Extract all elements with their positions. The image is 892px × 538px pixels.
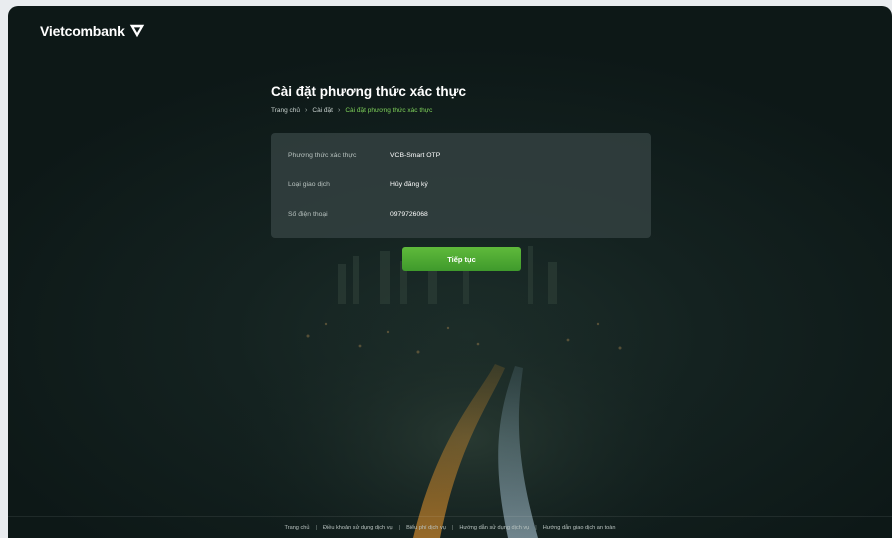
chevron-right-icon: › bbox=[305, 107, 308, 114]
detail-row-method: Phương thức xác thực VCB-Smart OTP bbox=[288, 152, 440, 159]
detail-label: Số điện thoại bbox=[288, 211, 328, 218]
detail-value: Hủy đăng ký bbox=[390, 181, 428, 188]
footer-divider: | bbox=[315, 524, 317, 531]
chevron-right-icon: › bbox=[337, 107, 341, 114]
detail-label: Phương thức xác thực bbox=[288, 152, 357, 159]
breadcrumb-settings[interactable]: Cài đặt bbox=[312, 107, 333, 114]
detail-label: Loại giao dịch bbox=[288, 181, 330, 188]
footer-link-safe-transactions[interactable]: Hướng dẫn giao dịch an toàn bbox=[543, 525, 616, 531]
details-card: Phương thức xác thực VCB-Smart OTP Loại … bbox=[271, 133, 651, 238]
footer-link-terms[interactable]: Điều khoản sử dụng dịch vụ bbox=[323, 525, 393, 531]
footer: Trang chủ | Điều khoản sử dụng dịch vụ |… bbox=[8, 516, 892, 538]
detail-row-phone: Số điện thoại 0979726068 bbox=[288, 211, 428, 218]
main-content: Cài đặt phương thức xác thực Trang chủ ›… bbox=[271, 84, 651, 271]
vietcombank-logo-icon bbox=[129, 24, 144, 38]
detail-value: 0979726068 bbox=[390, 211, 428, 218]
footer-link-user-guide[interactable]: Hướng dẫn sử dụng dịch vụ bbox=[459, 525, 529, 531]
brand-name: Vietcombank bbox=[40, 23, 125, 39]
footer-divider: | bbox=[398, 524, 401, 531]
continue-button[interactable]: Tiếp tục bbox=[402, 247, 521, 271]
detail-value: VCB-Smart OTP bbox=[390, 152, 441, 159]
footer-divider: | bbox=[451, 524, 454, 531]
breadcrumb-home[interactable]: Trang chủ bbox=[271, 107, 300, 114]
footer-divider: | bbox=[535, 524, 537, 531]
breadcrumb: Trang chủ › Cài đặt › Cài đặt phương thứ… bbox=[271, 107, 651, 114]
app-window: Vietcombank Cài đặt phương thức xác thực… bbox=[8, 6, 892, 538]
footer-link-fees[interactable]: Biểu phí dịch vụ bbox=[406, 525, 446, 531]
footer-link-home[interactable]: Trang chủ bbox=[285, 525, 310, 531]
brand-logo[interactable]: Vietcombank bbox=[40, 22, 146, 40]
detail-row-transaction-type: Loại giao dịch Hủy đăng ký bbox=[288, 181, 428, 188]
breadcrumb-current: Cài đặt phương thức xác thực bbox=[345, 107, 433, 114]
page-title: Cài đặt phương thức xác thực bbox=[271, 84, 466, 99]
